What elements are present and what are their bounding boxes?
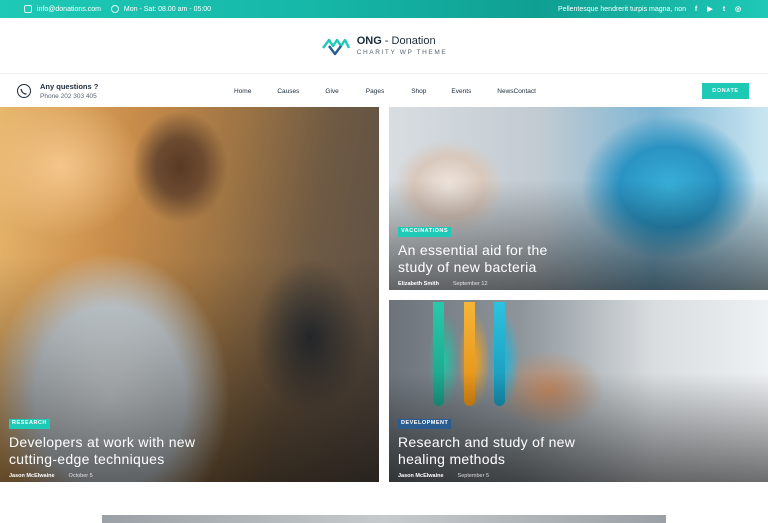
post-card-vaccinations[interactable]: VACCINATIONS An essential aid for the st… — [389, 107, 768, 290]
header-logo-area: ONG - Donation CHARITY WP THEME — [0, 18, 768, 74]
main-menu: Home Causes Give Pages Shop Events News … — [234, 88, 536, 95]
post-title-line[interactable]: cutting-edge techniques — [9, 451, 195, 468]
questions-label: Any questions ? — [40, 82, 99, 91]
logo-separator: - — [381, 35, 392, 47]
logo-brand: ONG — [356, 35, 382, 47]
post-date: October 5 — [68, 473, 93, 479]
top-bar: info@donations.com Mon - Sat: 08.00 am -… — [0, 0, 768, 18]
post-title-line[interactable]: study of new bacteria — [398, 259, 548, 276]
post-title[interactable]: Developers at work with new cutting-edge… — [9, 434, 195, 468]
logo-name: Donation — [391, 35, 436, 47]
nav-news[interactable]: News — [497, 88, 513, 95]
clock-icon — [110, 5, 119, 13]
logo-subtitle: CHARITY WP THEME — [356, 49, 448, 56]
nav-causes[interactable]: Causes — [277, 88, 299, 95]
nav-pages[interactable]: Pages — [366, 88, 384, 95]
opening-hours: Mon - Sat: 08.00 am - 05:00 — [110, 5, 212, 13]
contact-questions: Any questions ? Phone 202 303 405 — [0, 82, 200, 100]
post-title-line[interactable]: healing methods — [398, 451, 575, 468]
post-author[interactable]: Jason McElwaine — [398, 473, 444, 479]
main-navbar: Any questions ? Phone 202 303 405 Home C… — [0, 75, 768, 107]
post-title-line[interactable]: An essential aid for the — [398, 242, 548, 259]
post-byline: Jason McElwaine October 5 — [9, 473, 195, 479]
facebook-icon[interactable]: f — [692, 6, 700, 13]
email-contact[interactable]: info@donations.com — [24, 5, 101, 13]
nav-events[interactable]: Events — [451, 88, 471, 95]
instagram-icon[interactable]: ◎ — [734, 5, 742, 13]
nav-shop[interactable]: Shop — [411, 88, 426, 95]
logo-mark-icon — [321, 38, 350, 55]
category-badge[interactable]: DEVELOPMENT — [398, 419, 452, 429]
post-title[interactable]: Research and study of new healing method… — [398, 434, 575, 468]
post-meta: DEVELOPMENT Research and study of new he… — [398, 411, 575, 479]
youtube-icon[interactable]: ▶ — [706, 5, 714, 13]
phone-number[interactable]: Phone 202 303 405 — [40, 93, 98, 100]
donate-button[interactable]: DONATE — [702, 83, 749, 99]
hours-text: Mon - Sat: 08.00 am - 05:00 — [123, 5, 212, 13]
post-card-research[interactable]: RESEARCH Developers at work with new cut… — [0, 107, 379, 482]
category-badge[interactable]: RESEARCH — [9, 419, 50, 429]
post-byline: Elizabeth Smith September 12 — [398, 281, 548, 287]
post-date: September 5 — [457, 473, 490, 479]
post-meta: VACCINATIONS An essential aid for the st… — [398, 219, 548, 287]
next-section-image — [102, 515, 666, 523]
post-title-line[interactable]: Research and study of new — [398, 434, 575, 451]
post-title-line[interactable]: Developers at work with new — [9, 434, 195, 451]
envelope-icon — [24, 5, 32, 13]
post-title[interactable]: An essential aid for the study of new ba… — [398, 242, 548, 276]
post-byline: Jason McElwaine September 5 — [398, 473, 575, 479]
logo-title: ONG - Donation — [357, 35, 448, 47]
nav-contact[interactable]: Contact — [514, 88, 536, 95]
nav-give[interactable]: Give — [325, 88, 338, 95]
twitter-icon[interactable]: t — [720, 6, 728, 13]
post-author[interactable]: Elizabeth Smith — [398, 281, 439, 287]
post-meta: RESEARCH Developers at work with new cut… — [9, 411, 195, 479]
category-badge[interactable]: VACCINATIONS — [398, 227, 452, 237]
post-date: September 12 — [452, 281, 488, 287]
post-card-development[interactable]: DEVELOPMENT Research and study of new he… — [389, 300, 768, 482]
topbar-tagline: Pellentesque hendrerit turpis magna, non — [557, 5, 686, 13]
email-text[interactable]: info@donations.com — [37, 6, 101, 13]
post-author[interactable]: Jason McElwaine — [9, 473, 55, 479]
phone-support-icon — [17, 84, 31, 98]
site-logo[interactable]: ONG - Donation CHARITY WP THEME — [321, 35, 448, 56]
nav-home[interactable]: Home — [234, 88, 251, 95]
